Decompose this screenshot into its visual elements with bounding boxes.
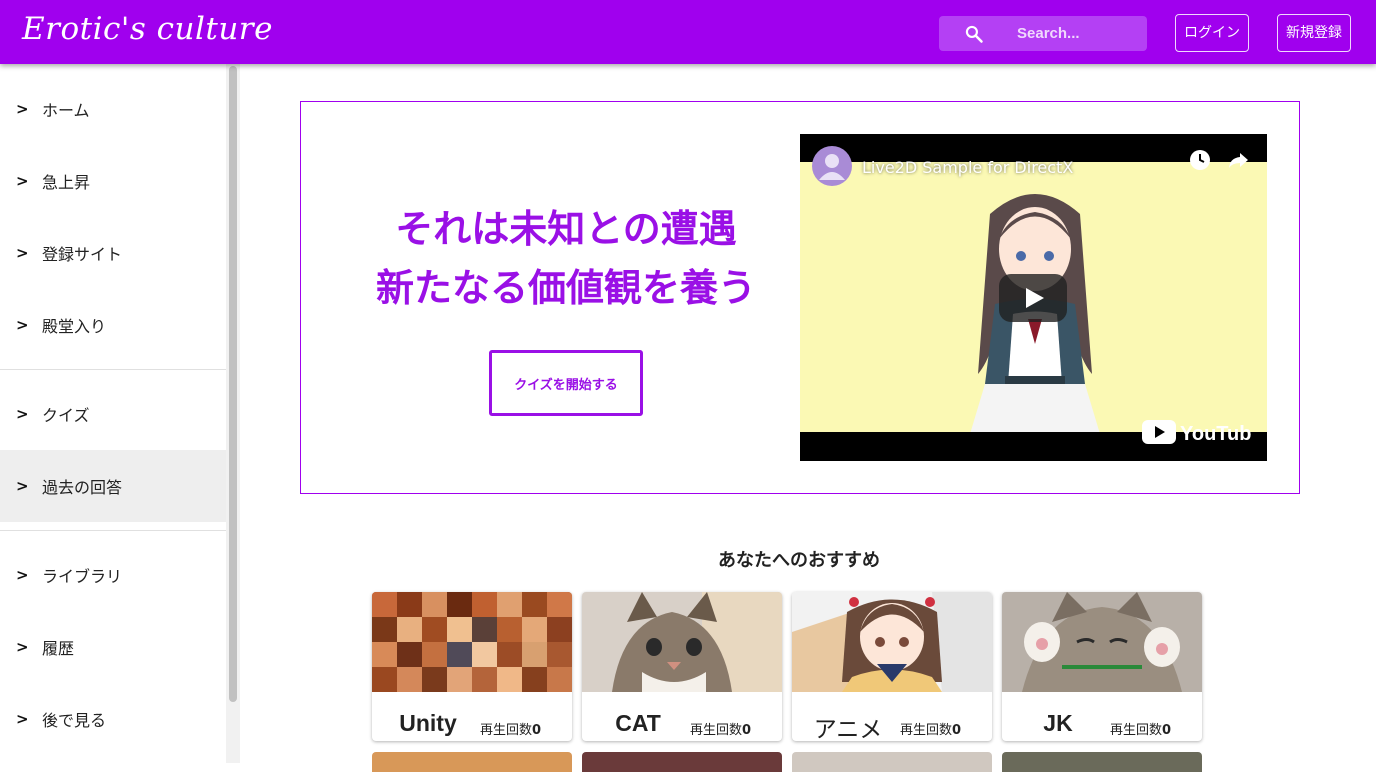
play-count-value: 0 (742, 723, 752, 738)
card-play-count: 再生回数0 (900, 719, 961, 738)
login-button[interactable]: ログイン (1175, 14, 1249, 52)
chevron-right-icon: > (16, 316, 29, 334)
chevron-right-icon: > (16, 100, 29, 118)
play-count-label: 再生回数 (900, 723, 953, 738)
card-play-count: 再生回数0 (1110, 719, 1171, 738)
card-thumbnail (582, 592, 782, 692)
play-button-icon[interactable] (999, 274, 1067, 322)
sidebar-item-label: 過去の回答 (42, 478, 123, 497)
card-title: JK (1043, 710, 1073, 736)
video-title[interactable]: Live2D Sample for DirectX (862, 158, 1073, 177)
register-button[interactable]: 新規登録 (1277, 14, 1351, 52)
card-thumbnail (372, 592, 572, 692)
card-thumbnail (792, 592, 992, 692)
chevron-right-icon: > (16, 638, 29, 656)
recommendations-title: あなたへのおすすめ (718, 550, 880, 571)
play-count-label: 再生回数 (480, 723, 533, 738)
sidebar-item-home[interactable]: > ホーム (0, 73, 226, 145)
youtube-wordmark: YouTube (1180, 423, 1252, 445)
embedded-video[interactable]: Live2D Sample for DirectX YouTube (800, 134, 1267, 461)
search-icon[interactable] (964, 24, 984, 44)
play-count-label: 再生回数 (1110, 723, 1163, 738)
sidebar-item-label: 後で見る (42, 711, 107, 730)
sidebar-item-quiz[interactable]: > クイズ (0, 378, 226, 450)
chevron-right-icon: > (16, 172, 29, 190)
sidebar-divider (0, 369, 226, 370)
video-card-peek[interactable] (1002, 752, 1202, 772)
play-count-value: 0 (532, 723, 542, 738)
sidebar-item-watch-later[interactable]: > 後で見る (0, 683, 226, 755)
card-title: CAT (615, 710, 661, 736)
search-input[interactable] (1017, 16, 1137, 51)
hero-panel: それは未知との遭遇 新たなる価値観を養う クイズを開始する Live2D Sam… (300, 101, 1300, 494)
sidebar-item-label: 登録サイト (42, 245, 123, 264)
sidebar-item-library[interactable]: > ライブラリ (0, 539, 226, 611)
card-title: Unity (399, 710, 457, 736)
play-count-value: 0 (1162, 723, 1172, 738)
hero-tagline-line1: それは未知との遭遇 (395, 207, 737, 251)
video-card-peek[interactable] (582, 752, 782, 772)
sidebar-item-label: 履歴 (42, 639, 75, 658)
play-count-value: 0 (952, 723, 962, 738)
card-play-count: 再生回数0 (480, 719, 541, 738)
video-card-jk[interactable]: JK 再生回数0 (1002, 592, 1202, 741)
video-card-cat[interactable]: CAT 再生回数0 (582, 592, 782, 741)
hero-tagline-line2: 新たなる価値観を養う (375, 266, 756, 310)
sidebar-item-hall-of-fame[interactable]: > 殿堂入り (0, 289, 226, 361)
chevron-right-icon: > (16, 566, 29, 584)
sidebar-item-trending[interactable]: > 急上昇 (0, 145, 226, 217)
share-icon[interactable] (1226, 148, 1250, 172)
search-box[interactable] (939, 16, 1147, 51)
sidebar-item-label: クイズ (42, 406, 90, 425)
chevron-right-icon: > (16, 710, 29, 728)
chevron-right-icon: > (16, 477, 29, 495)
sidebar-item-label: 殿堂入り (42, 317, 107, 336)
card-title: アニメ (813, 716, 883, 741)
video-card-peek[interactable] (792, 752, 992, 772)
app-header: Erotic's culture ログイン 新規登録 (0, 0, 1376, 64)
sidebar-item-label: ホーム (42, 101, 90, 120)
start-quiz-button[interactable]: クイズを開始する (489, 350, 643, 416)
video-card-anime[interactable]: アニメ 再生回数0 (792, 592, 992, 741)
sidebar-item-label: 急上昇 (42, 173, 91, 192)
sidebar: > ホーム > 急上昇 > 登録サイト > 殿堂入り > クイズ > 過去の回答… (0, 64, 227, 763)
card-thumbnail (1002, 592, 1202, 692)
play-count-label: 再生回数 (690, 723, 743, 738)
chevron-right-icon: > (16, 244, 29, 262)
sidebar-item-label: ライブラリ (42, 567, 123, 586)
card-play-count: 再生回数0 (690, 719, 751, 738)
chevron-right-icon: > (16, 405, 29, 423)
sidebar-scrollbar-thumb[interactable] (229, 66, 237, 702)
site-logo[interactable]: Erotic's culture (22, 11, 273, 47)
watch-later-clock-icon[interactable] (1188, 148, 1212, 172)
video-card-peek[interactable] (372, 752, 572, 772)
sidebar-divider (0, 530, 226, 531)
sidebar-item-history[interactable]: > 履歴 (0, 611, 226, 683)
sidebar-item-past-answers[interactable]: > 過去の回答 (0, 450, 226, 522)
channel-avatar-icon[interactable] (812, 146, 852, 186)
youtube-logo-icon[interactable]: YouTube (1142, 418, 1252, 446)
video-card-unity[interactable]: Unity 再生回数0 (372, 592, 572, 741)
sidebar-item-subscriptions[interactable]: > 登録サイト (0, 217, 226, 289)
